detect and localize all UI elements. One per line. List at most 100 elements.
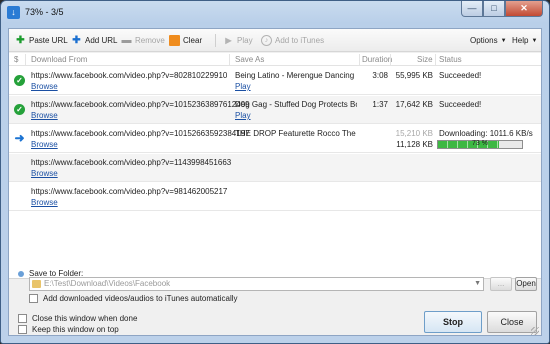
browse-link[interactable]: Browse (31, 82, 58, 91)
browse-folder-button[interactable]: ... (490, 277, 512, 291)
downloaded-size-value: 11,128 KB (396, 140, 433, 149)
play-icon: ▶ (225, 36, 232, 45)
table-row[interactable]: ✓ https://www.facebook.com/video.php?v=1… (9, 96, 541, 124)
client-area: ✚ Paste URL ✚ Add URL ▬ Remove Clear ▶ P… (8, 28, 542, 336)
plus-icon: ✚ (16, 35, 25, 46)
close-when-done-label: Close this window when done (32, 314, 138, 323)
table-row[interactable]: https://www.facebook.com/video.php?v=114… (9, 154, 541, 182)
resize-grip[interactable] (531, 327, 539, 335)
size-value: 55,995 KB (395, 71, 433, 80)
plus-icon: ✚ (72, 35, 81, 46)
remove-label: Remove (135, 36, 165, 45)
maximize-button[interactable]: □ (483, 1, 505, 17)
options-menu[interactable]: Options ▼ (470, 34, 507, 47)
column-divider (390, 54, 391, 65)
open-folder-button[interactable]: Open (515, 277, 537, 291)
folder-icon (32, 280, 41, 288)
folder-path-value: E:\Test\Download\Videos\Facebook (44, 279, 171, 288)
app-icon: ↓ (7, 6, 20, 19)
browse-link[interactable]: Browse (31, 111, 58, 120)
clear-button[interactable]: Clear (169, 34, 202, 47)
minimize-button[interactable]: — (461, 1, 483, 17)
checkmark-icon: ✓ (14, 104, 25, 115)
music-note-icon: ♪ (261, 35, 272, 46)
chevron-down-icon: ▼ (500, 37, 507, 44)
itunes-checkbox-label: Add downloaded videos/audios to iTunes a… (43, 294, 238, 303)
chevron-down-icon: ▼ (531, 37, 538, 44)
window-title: 73% - 3/5 (25, 7, 64, 17)
download-url: https://www.facebook.com/video.php?v=981… (31, 187, 228, 196)
table-row[interactable]: ✓ https://www.facebook.com/video.php?v=8… (9, 67, 541, 95)
save-panel: Save to Folder: E:\Test\Download\Videos\… (9, 269, 541, 337)
clear-icon (169, 35, 180, 46)
itunes-checkbox-row[interactable]: Add downloaded videos/audios to iTunes a… (29, 294, 238, 303)
paste-url-button[interactable]: ✚ Paste URL (15, 34, 68, 47)
minus-icon: ▬ (121, 35, 132, 46)
play-link[interactable]: Play (235, 82, 251, 91)
keep-on-top-row[interactable]: Keep this window on top (18, 325, 119, 334)
folder-path-select[interactable]: E:\Test\Download\Videos\Facebook ▼ (29, 277, 484, 291)
stop-button[interactable]: Stop (424, 311, 482, 333)
add-to-itunes-button[interactable]: ♪ Add to iTunes (261, 34, 324, 47)
add-url-label: Add URL (85, 36, 118, 45)
status-text: Succeeded! (439, 100, 482, 109)
add-url-button[interactable]: ✚ Add URL (71, 34, 117, 47)
status-text-column-header[interactable]: Status (439, 55, 462, 64)
toolbar-divider (215, 34, 216, 47)
help-label: Help (512, 36, 529, 45)
download-url: https://www.facebook.com/video.php?v=101… (31, 129, 250, 138)
status-column-header[interactable]: $ (14, 55, 18, 64)
remove-button[interactable]: ▬ Remove (121, 34, 165, 47)
list-header: $ Download From Save As Duration Size St… (9, 53, 541, 66)
duration-column-header[interactable]: Duration (362, 55, 392, 64)
app-window: ↓ 73% - 3/5 — □ ✕ ✚ Paste URL ✚ Add URL … (0, 0, 550, 344)
bullet-icon (18, 270, 24, 277)
close-when-done-checkbox[interactable] (18, 314, 27, 323)
play-link[interactable]: Play (235, 111, 251, 120)
close-button[interactable]: Close (487, 311, 537, 333)
browse-link[interactable]: Browse (31, 198, 58, 207)
column-divider (435, 54, 436, 65)
play-button[interactable]: ▶ Play (223, 34, 253, 47)
toolbar: ✚ Paste URL ✚ Add URL ▬ Remove Clear ▶ P… (9, 29, 541, 52)
keep-on-top-label: Keep this window on top (32, 325, 119, 334)
progress-label: 73 % (472, 140, 488, 147)
duration-value: 1:37 (372, 100, 388, 109)
play-label: Play (237, 36, 253, 45)
close-when-done-row[interactable]: Close this window when done (18, 314, 137, 323)
clear-label: Clear (183, 36, 203, 45)
close-window-button[interactable]: ✕ (505, 1, 543, 17)
paste-url-label: Paste URL (29, 36, 68, 45)
total-size-value: 15,210 KB (395, 129, 433, 138)
itunes-checkbox[interactable] (29, 294, 38, 303)
chevron-down-icon: ▼ (474, 280, 481, 287)
options-label: Options (470, 36, 498, 45)
save-as-name: THE DROP Featurette Rocco The ... (235, 129, 357, 138)
save-as-name: Being Latino - Merengue Dancing D... (235, 71, 357, 80)
download-url: https://www.facebook.com/video.php?v=114… (31, 158, 232, 167)
table-row[interactable]: https://www.facebook.com/video.php?v=981… (9, 183, 541, 211)
status-text: Succeeded! (439, 71, 482, 80)
column-divider (25, 54, 26, 65)
window-controls: — □ ✕ (461, 1, 543, 18)
size-column-header[interactable]: Size (417, 55, 433, 64)
title-bar[interactable]: ↓ 73% - 3/5 — □ ✕ (1, 1, 549, 23)
status-text: Downloading: 1011.6 KB/s (439, 129, 533, 138)
browse-link[interactable]: Browse (31, 140, 58, 149)
download-url: https://www.facebook.com/video.php?v=101… (31, 100, 250, 109)
save-as-column-header[interactable]: Save As (235, 55, 264, 64)
help-menu[interactable]: Help ▼ (512, 34, 537, 47)
arrow-right-icon: ➜ (14, 131, 25, 145)
browse-link[interactable]: Browse (31, 169, 58, 178)
column-divider (359, 54, 360, 65)
duration-value: 3:08 (372, 71, 388, 80)
download-list[interactable]: $ Download From Save As Duration Size St… (9, 53, 541, 290)
table-row[interactable]: ➜ https://www.facebook.com/video.php?v=1… (9, 125, 541, 153)
download-url: https://www.facebook.com/video.php?v=802… (31, 71, 228, 80)
add-to-itunes-label: Add to iTunes (275, 36, 325, 45)
progress-bar: 73 % (437, 140, 523, 149)
download-from-column-header[interactable]: Download From (31, 55, 87, 64)
checkmark-icon: ✓ (14, 75, 25, 86)
column-divider (229, 54, 230, 65)
keep-on-top-checkbox[interactable] (18, 325, 27, 334)
